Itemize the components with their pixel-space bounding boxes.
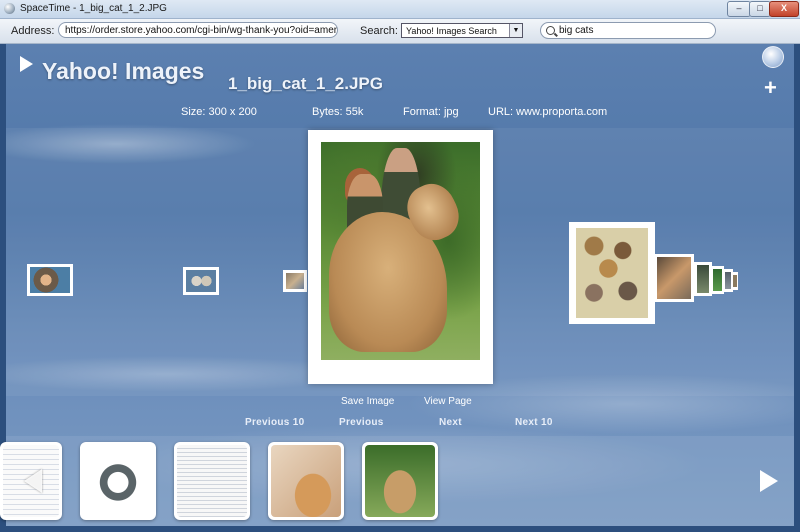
- maximize-button[interactable]: □: [749, 1, 771, 17]
- thumbnail-image: [725, 272, 731, 289]
- image-title: 1_big_cat_1_2.JPG: [228, 74, 383, 93]
- selected-image[interactable]: [308, 130, 493, 384]
- meta-bytes: Bytes: 55k: [312, 106, 364, 118]
- left-arrow-icon[interactable]: [24, 469, 42, 493]
- brand-title: Yahoo! Images: [42, 58, 205, 84]
- search-icon: [546, 26, 555, 35]
- play-icon[interactable]: [20, 56, 33, 72]
- right-arrow-icon[interactable]: [760, 470, 778, 492]
- search-label: Search:: [360, 25, 398, 37]
- address-label: Address:: [11, 25, 55, 37]
- strip-thumbnail[interactable]: [362, 442, 438, 520]
- view-page-link[interactable]: View Page: [424, 396, 472, 407]
- thumbnail-image: [186, 270, 216, 292]
- thumbnail-image: [733, 275, 737, 287]
- minimize-button[interactable]: –: [727, 1, 751, 17]
- toolbar: Address: https://order.store.yahoo.com/c…: [0, 19, 800, 44]
- thumbnail-image: [697, 265, 709, 293]
- carousel-thumbnail[interactable]: [27, 264, 73, 296]
- strip-thumbnail[interactable]: [80, 442, 156, 520]
- meta-format: Format: jpg: [403, 106, 459, 118]
- thumbnail-image: [83, 445, 153, 517]
- thumbnail-image: [365, 445, 435, 517]
- thumbnail-image: [576, 228, 648, 318]
- search-engine-select[interactable]: Yahoo! Images Search ▼: [401, 23, 523, 38]
- next-link[interactable]: Next: [439, 417, 462, 428]
- carousel-thumbnail[interactable]: [654, 254, 694, 302]
- search-engine-value: Yahoo! Images Search: [406, 26, 497, 36]
- save-image-link[interactable]: Save Image: [341, 396, 394, 407]
- title-bar: SpaceTime - 1_big_cat_1_2.JPG – □ X: [0, 0, 800, 19]
- address-input[interactable]: https://order.store.yahoo.com/cgi-bin/wg…: [58, 22, 338, 38]
- carousel-thumbnail[interactable]: [732, 272, 738, 290]
- close-button[interactable]: X: [769, 1, 799, 17]
- thumbnail-image: [657, 257, 691, 299]
- thumbnail-image: [713, 269, 722, 291]
- search-query: big cats: [559, 25, 594, 36]
- thumbnail-image: [271, 445, 341, 517]
- thumbnail-image: [30, 267, 70, 293]
- carousel-thumbnail[interactable]: [183, 267, 219, 295]
- search-input[interactable]: big cats: [540, 22, 716, 39]
- carousel-thumbnail[interactable]: [694, 262, 712, 296]
- next-10-link[interactable]: Next 10: [515, 417, 553, 428]
- thumbnail-image: [286, 273, 304, 289]
- image-stage: Yahoo! Images 1_big_cat_1_2.JPG + Size: …: [0, 44, 794, 526]
- app-icon: [4, 3, 15, 14]
- window-title: SpaceTime - 1_big_cat_1_2.JPG: [20, 3, 167, 14]
- add-icon[interactable]: +: [764, 77, 777, 99]
- meta-url: URL: www.proporta.com: [488, 106, 608, 118]
- thumbnail-image: [177, 445, 247, 517]
- carousel-thumbnail[interactable]: [569, 222, 655, 324]
- liger-photo: [321, 142, 480, 360]
- strip-thumbnail[interactable]: [174, 442, 250, 520]
- carousel-thumbnail[interactable]: [283, 270, 307, 292]
- previous-10-link[interactable]: Previous 10: [245, 417, 304, 428]
- chevron-down-icon[interactable]: ▼: [509, 24, 522, 37]
- globe-icon[interactable]: [762, 46, 784, 68]
- strip-thumbnail[interactable]: [268, 442, 344, 520]
- meta-size: Size: 300 x 200: [181, 106, 257, 118]
- previous-link[interactable]: Previous: [339, 417, 384, 428]
